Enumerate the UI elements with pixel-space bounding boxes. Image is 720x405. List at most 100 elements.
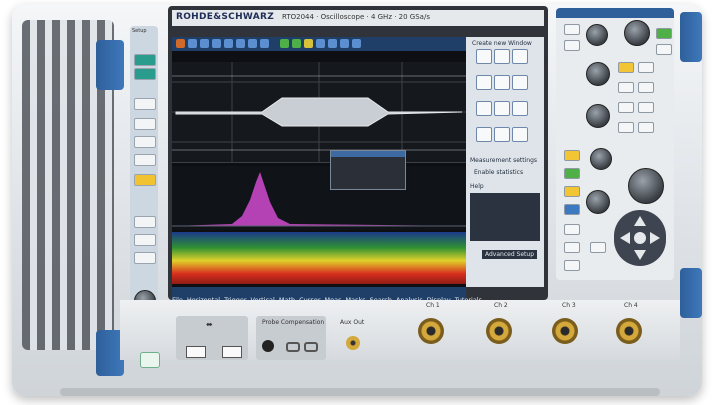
ctrl-button-7[interactable] <box>638 82 654 93</box>
ctrl-button-2[interactable] <box>564 40 580 51</box>
channel-4-button[interactable] <box>564 204 580 215</box>
usb-port-2[interactable] <box>222 346 242 358</box>
ctrl-button-15[interactable] <box>564 260 580 271</box>
channel-1-button[interactable] <box>564 150 580 161</box>
channel-3-bnc[interactable] <box>552 318 578 344</box>
window-tile-11[interactable] <box>494 127 510 142</box>
enable-statistics-checkbox[interactable]: Enable statistics <box>474 169 523 176</box>
window-tile-9[interactable] <box>512 101 528 116</box>
measurement-popup[interactable] <box>330 150 406 190</box>
horizontal-scale-knob[interactable] <box>586 62 610 86</box>
usb-icon: ⬌ <box>206 320 213 329</box>
window-tile-12[interactable] <box>512 127 528 142</box>
measurement-settings-label: Measurement settings <box>470 157 538 164</box>
left-button-8[interactable] <box>134 216 156 228</box>
help-area <box>470 193 540 241</box>
channel-4-label: Ch 4 <box>624 302 638 309</box>
toolbar-icon-13[interactable] <box>328 39 337 48</box>
toolbar-icon-6[interactable] <box>236 39 245 48</box>
window-tile-10[interactable] <box>476 127 492 142</box>
vertical-scale-knob[interactable] <box>590 148 612 170</box>
window-tile-5[interactable] <box>494 75 510 90</box>
waveform-pane[interactable] <box>172 62 466 163</box>
toolbar-icon-10[interactable] <box>292 39 301 48</box>
window-tile-7[interactable] <box>476 101 492 116</box>
left-button-2[interactable] <box>134 68 156 80</box>
left-button-6[interactable] <box>134 154 156 166</box>
base-feet <box>60 388 660 396</box>
toolbar-icon-3[interactable] <box>200 39 209 48</box>
model-label: RTO2044 · Oscilloscope · 4 GHz · 20 GSa/… <box>282 13 430 21</box>
window-tile-6[interactable] <box>512 75 528 90</box>
arrow-keypad[interactable] <box>614 210 666 266</box>
channel-2-bnc[interactable] <box>486 318 512 344</box>
channel-1-bnc[interactable] <box>418 318 444 344</box>
advanced-setup-button[interactable]: Advanced Setup <box>482 250 538 259</box>
toolbar-icon-8[interactable] <box>260 39 269 48</box>
channel-4-bnc[interactable] <box>616 318 642 344</box>
popup-header <box>331 151 405 157</box>
window-tile-3[interactable] <box>512 49 528 64</box>
ctrl-button-8[interactable] <box>618 102 634 113</box>
brand-logo: ROHDE&SCHWARZ <box>176 12 275 22</box>
channel-3-button[interactable] <box>564 186 580 197</box>
left-button-1[interactable] <box>134 54 156 66</box>
run-stop-button[interactable] <box>656 28 672 39</box>
window-tile-1[interactable] <box>476 49 492 64</box>
ctrl-button-6[interactable] <box>618 82 634 93</box>
headphone-jack[interactable] <box>262 340 274 352</box>
channel-2-button[interactable] <box>564 168 580 179</box>
left-button-3[interactable] <box>134 98 156 110</box>
setup-label: Setup <box>132 28 147 34</box>
spectrogram-pane[interactable] <box>172 232 466 284</box>
toolbar-icon-2[interactable] <box>188 39 197 48</box>
ctrl-button-5[interactable] <box>638 62 654 73</box>
left-button-10[interactable] <box>134 252 156 264</box>
probe-hook-2[interactable] <box>304 342 318 352</box>
toolbar-icon-7[interactable] <box>248 39 257 48</box>
left-button-5[interactable] <box>134 136 156 148</box>
left-button-4[interactable] <box>134 118 156 130</box>
toolbar-icon-11[interactable] <box>304 39 313 48</box>
toolbar-icon-9[interactable] <box>280 39 289 48</box>
power-button[interactable] <box>140 352 160 368</box>
usb-port-1[interactable] <box>186 346 206 358</box>
ctrl-button-10[interactable] <box>618 122 634 133</box>
window-tile-2[interactable] <box>494 49 510 64</box>
trigger-level-knob[interactable] <box>624 20 650 46</box>
spectrum-pane[interactable] <box>172 166 466 230</box>
horizontal-position-knob[interactable] <box>586 24 608 46</box>
waveform-trace <box>172 62 466 162</box>
left-control-strip: Setup <box>130 26 158 326</box>
right-bumper <box>680 12 702 62</box>
toolbar-icon-15[interactable] <box>352 39 361 48</box>
ctrl-button-3[interactable] <box>656 44 672 55</box>
left-button-7[interactable] <box>134 174 156 186</box>
ctrl-button-11[interactable] <box>638 122 654 133</box>
help-label: Help <box>470 183 484 190</box>
offset-knob[interactable] <box>586 190 610 214</box>
ctrl-button-12[interactable] <box>564 224 580 235</box>
toolbar-icon-12[interactable] <box>316 39 325 48</box>
toolbar-icon-1[interactable] <box>176 39 185 48</box>
left-button-9[interactable] <box>134 234 156 246</box>
ctrl-button-9[interactable] <box>638 102 654 113</box>
spectrum-trace <box>172 172 466 227</box>
window-tile-4[interactable] <box>476 75 492 90</box>
ctrl-button-1[interactable] <box>564 24 580 35</box>
window-tile-8[interactable] <box>494 101 510 116</box>
probe-hook-1[interactable] <box>286 342 300 352</box>
ctrl-button-4[interactable] <box>618 62 634 73</box>
navigation-knob[interactable] <box>628 168 664 204</box>
vertical-position-knob[interactable] <box>586 104 610 128</box>
toolbar-icon-5[interactable] <box>224 39 233 48</box>
ctrl-button-13[interactable] <box>564 242 580 253</box>
toolbar-icon-14[interactable] <box>340 39 349 48</box>
create-window-title: Create new Window <box>472 40 532 47</box>
control-panel-header <box>556 8 674 18</box>
arrow-keys-icon <box>620 216 660 260</box>
aux-out-connector[interactable] <box>346 336 360 350</box>
channel-2-label: Ch 2 <box>494 302 508 309</box>
toolbar-icon-4[interactable] <box>212 39 221 48</box>
ctrl-button-14[interactable] <box>590 242 606 253</box>
